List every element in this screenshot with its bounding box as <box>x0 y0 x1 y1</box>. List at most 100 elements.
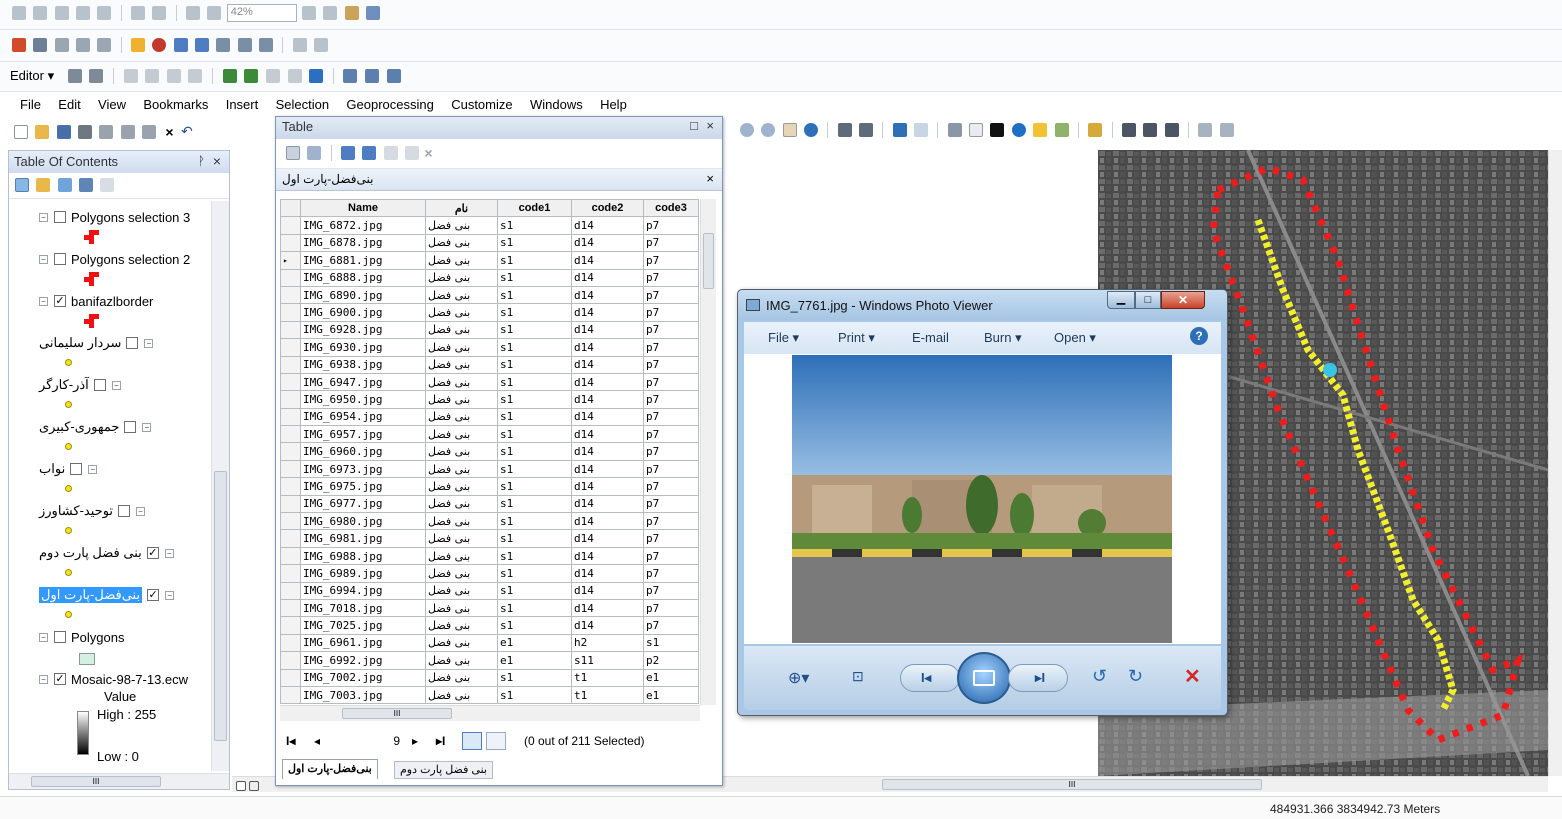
table-cell[interactable]: s1 <box>497 598 572 618</box>
table-cell[interactable]: d14 <box>571 564 644 583</box>
layer-label[interactable]: سردار سلیمانی <box>39 335 121 351</box>
close-icon[interactable]: × <box>706 171 714 186</box>
table-cell[interactable]: بنی فضل <box>425 355 498 374</box>
table-row[interactable]: IMG_7002.jpg بنی فضل s1 t1 e1 <box>280 668 699 687</box>
show-selected-records-button[interactable] <box>486 732 506 750</box>
toc-layer[interactable]: جمهوری-کبیری − <box>39 417 152 437</box>
table-cell[interactable]: p7 <box>643 407 699 427</box>
table-cell[interactable]: IMG_6890.jpg <box>300 285 426 305</box>
row-selector[interactable] <box>280 459 301 479</box>
edit-tool-icon[interactable] <box>343 68 358 83</box>
toc-layer[interactable]: − Polygons selection 2 <box>39 249 190 269</box>
table-row[interactable]: IMG_6989.jpg بنی فضل s1 d14 p7 <box>280 564 699 583</box>
tab-second-layer[interactable]: بنی فضل پارت دوم <box>394 761 493 779</box>
slideshow-button[interactable] <box>957 652 1011 704</box>
table-row[interactable]: IMG_6973.jpg بنی فضل s1 d14 p7 <box>280 459 699 479</box>
related-tables-icon[interactable] <box>307 146 322 160</box>
table-cell[interactable]: s1 <box>497 390 572 409</box>
table-cell[interactable]: IMG_6988.jpg <box>300 546 426 566</box>
zoom-icon[interactable]: ⊕▾ <box>788 668 809 688</box>
row-selector[interactable] <box>280 407 301 427</box>
layer-label[interactable]: banifazlborder <box>71 294 153 309</box>
table-cell[interactable]: بنی فضل <box>425 442 498 461</box>
list-by-drawing-order-icon[interactable] <box>15 177 29 192</box>
current-record-field[interactable]: 9 <box>340 732 404 750</box>
table-cell[interactable]: d14 <box>571 616 644 635</box>
pv-menu-file[interactable]: File ▾ <box>768 330 799 346</box>
menu-edit[interactable]: Edit <box>58 97 80 112</box>
table-cell[interactable]: s1 <box>497 564 572 583</box>
row-selector[interactable] <box>280 355 301 374</box>
menu-file[interactable]: File <box>20 97 41 112</box>
table-cell[interactable]: p7 <box>643 233 699 253</box>
next-button[interactable]: ▸I <box>1008 664 1068 692</box>
list-by-selection-icon[interactable] <box>79 177 94 192</box>
collapse-icon[interactable]: − <box>39 632 48 642</box>
photo-viewer-titlebar[interactable]: IMG_7761.jpg - Windows Photo Viewer ▁ □ … <box>738 290 1227 320</box>
tool-icon[interactable] <box>173 38 188 52</box>
layout-view-icon[interactable] <box>249 780 260 791</box>
undo-icon[interactable]: ↶ <box>181 123 193 140</box>
table-cell[interactable]: p7 <box>643 564 699 583</box>
row-selector[interactable] <box>280 598 301 618</box>
edit-tool-icon[interactable] <box>123 68 138 83</box>
table-row[interactable]: IMG_6872.jpg بنی فضل s1 d14 p7 <box>280 216 699 235</box>
pan-icon[interactable] <box>782 123 797 137</box>
hyperlink-icon[interactable] <box>1033 123 1048 137</box>
collapse-icon[interactable]: − <box>142 422 152 432</box>
layer-label[interactable]: نواب <box>39 461 65 477</box>
layer-label[interactable]: بنی فضل پارت دوم <box>39 545 142 561</box>
table-cell[interactable]: IMG_6957.jpg <box>300 425 426 444</box>
table-cell[interactable]: IMG_6977.jpg <box>300 494 426 514</box>
select-by-attributes-icon[interactable] <box>341 146 356 160</box>
table-cell[interactable]: p7 <box>643 494 699 514</box>
table-cell[interactable]: بنی فضل <box>425 564 498 583</box>
table-row[interactable]: IMG_7003.jpg بنی فضل s1 t1 e1 <box>280 685 699 705</box>
menu-view[interactable]: View <box>98 97 126 112</box>
table-cell[interactable]: d14 <box>571 442 644 461</box>
toc-layer-selected[interactable]: بنی‌فضل-پارت اول ✓ − <box>39 585 175 605</box>
table-cell[interactable]: t1 <box>571 668 644 687</box>
html-popup-icon[interactable] <box>1054 123 1069 137</box>
collapse-icon[interactable]: − <box>136 506 146 516</box>
table-cell[interactable]: s1 <box>497 581 572 600</box>
maximize-button[interactable]: □ <box>1135 291 1161 309</box>
pin-icon[interactable]: ᚹ <box>198 154 205 168</box>
tab-active-layer[interactable]: بنی‌فضل-پارت اول <box>282 759 378 779</box>
menu-bookmarks[interactable]: Bookmarks <box>143 97 208 112</box>
table-cell[interactable]: p7 <box>643 546 699 566</box>
table-row[interactable]: IMG_6988.jpg بنی فضل s1 d14 p7 <box>280 546 699 566</box>
table-cell[interactable]: IMG_6950.jpg <box>300 390 426 409</box>
table-row[interactable]: IMG_6938.jpg بنی فضل s1 d14 p7 <box>280 355 699 374</box>
menu-windows[interactable]: Windows <box>530 97 583 112</box>
table-cell[interactable]: d14 <box>571 233 644 253</box>
row-selector[interactable] <box>280 320 301 340</box>
table-cell[interactable]: s11 <box>571 651 644 670</box>
tool-icon[interactable] <box>195 38 210 52</box>
layer-label[interactable]: جمهوری-کبیری <box>39 419 119 435</box>
options-icon[interactable] <box>100 177 115 192</box>
go-to-xy-icon[interactable] <box>1164 123 1179 137</box>
measure-icon[interactable] <box>1088 123 1103 137</box>
layer-checkbox[interactable]: ✓ <box>54 673 66 685</box>
table-row[interactable]: IMG_6960.jpg بنی فضل s1 d14 p7 <box>280 442 699 461</box>
row-selector[interactable] <box>280 651 301 670</box>
edit-tool-icon[interactable] <box>309 68 324 83</box>
table-cell[interactable]: s1 <box>497 616 572 635</box>
toc-layer[interactable]: سردار سلیمانی − <box>39 333 154 353</box>
row-selector[interactable] <box>280 233 301 253</box>
toc-layer[interactable]: بنی فضل پارت دوم ✓ − <box>39 543 174 563</box>
table-row[interactable]: IMG_6900.jpg بنی فضل s1 d14 p7 <box>280 303 699 322</box>
row-selector[interactable] <box>280 442 301 461</box>
column-header[interactable]: code3 <box>643 199 699 218</box>
column-header[interactable]: نام <box>425 199 498 218</box>
table-cell[interactable]: s1 <box>497 285 572 305</box>
table-cell[interactable]: t1 <box>571 685 644 705</box>
table-cell[interactable]: s1 <box>497 425 572 444</box>
scroll-thumb[interactable]: III <box>342 708 452 719</box>
table-row[interactable]: IMG_6890.jpg بنی فضل s1 d14 p7 <box>280 285 699 305</box>
table-cell[interactable]: d14 <box>571 598 644 618</box>
table-cell[interactable]: p7 <box>643 512 699 531</box>
table-cell[interactable]: بنی فضل <box>425 581 498 600</box>
table-cell[interactable]: d14 <box>571 459 644 479</box>
